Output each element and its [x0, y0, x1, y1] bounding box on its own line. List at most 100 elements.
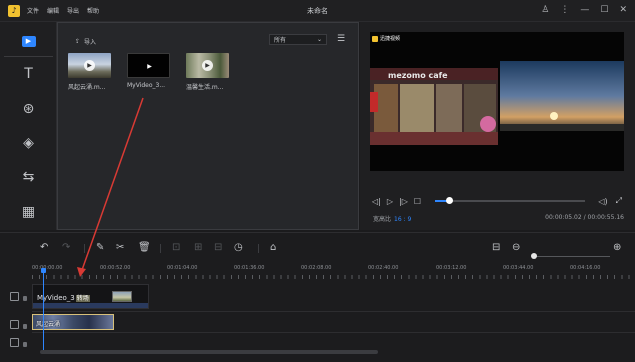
logo-icon [372, 35, 378, 42]
playback-progress-bar[interactable] [435, 197, 585, 204]
stop-button[interactable]: ☐ [414, 197, 421, 206]
lock-icon[interactable] [23, 324, 27, 329]
video-clip[interactable]: MyVideo_3 转场 [32, 284, 149, 309]
progress-handle[interactable] [445, 197, 453, 204]
volume-icon[interactable]: ◁) [598, 197, 607, 206]
play-icon: ▶ [84, 60, 95, 71]
track-divider [32, 332, 635, 333]
timecode: 00:00:05.02 / 00:00:55.16 [545, 214, 624, 221]
import-icon: ⇪ [75, 38, 81, 45]
image-clip[interactable]: 风起云涌 [32, 314, 114, 330]
zoom-in-icon[interactable]: ⊕ [613, 241, 621, 255]
menu-bar: 文件 编辑 导出 帮助 [27, 6, 99, 15]
toolbar-divider [160, 244, 161, 253]
toolbar-divider [258, 244, 259, 253]
aspect-ratio-label: 宽高比 [373, 216, 392, 223]
window-controls: ♙ ⋮ — ☐ ✕ [541, 4, 627, 16]
marker-icon[interactable]: ⌂ [270, 241, 276, 255]
timeline-scrollbar[interactable] [40, 350, 378, 354]
ruler-label: 00:02:40.00 [368, 265, 399, 271]
rail-text-tab[interactable]: T [0, 59, 57, 89]
prev-frame-button[interactable]: ◁| [372, 197, 381, 206]
track-visibility-icon[interactable] [10, 292, 19, 301]
media-label-2: MyVideo_3... [127, 82, 166, 89]
watermark-text: 迅捷视频 [380, 36, 401, 42]
fit-timeline-icon[interactable]: ⊟ [492, 241, 500, 255]
zoom-slider-handle[interactable] [531, 253, 537, 259]
import-button[interactable]: ⇪ 导入 [75, 37, 96, 46]
media-label-1: 风起云涌.m... [68, 84, 106, 91]
track-divider [32, 311, 635, 312]
app-window: ♪ 文件 编辑 导出 帮助 未命名 ♙ ⋮ — ☐ ✕ ▶ T ⊛ ◈ ⇆ ▦ … [0, 0, 635, 362]
ruler-label: 00:01:04.00 [167, 265, 198, 271]
rail-transition-tab[interactable]: ⇆ [0, 162, 57, 192]
fullscreen-icon[interactable]: ⤢ [616, 196, 622, 206]
filter-value: 所有 [274, 37, 287, 44]
timeline-toolbar: ↶ ↷ ✎ ✂ 🗑 ⊡ ⊞ ⊟ ◷ ⌂ ⊟ ⊖ ⊕ [0, 241, 635, 259]
play-button[interactable]: ▷ [387, 197, 393, 206]
track-visibility-icon[interactable] [10, 338, 19, 347]
timeline-panel: ↶ ↷ ✎ ✂ 🗑 ⊡ ⊞ ⊟ ◷ ⌂ ⊟ ⊖ ⊕ 00:00:00.00 00… [0, 232, 635, 362]
media-thumb-2[interactable]: ▶ [127, 53, 170, 78]
rail-overlay-tab[interactable]: ◈ [0, 128, 57, 158]
maximize-button[interactable]: ☐ [600, 4, 608, 16]
media-thumb-1[interactable]: ▶ [68, 53, 111, 78]
minimize-button[interactable]: — [580, 4, 589, 16]
delete-icon[interactable]: 🗑 [138, 241, 151, 255]
video-track-header [0, 285, 32, 309]
import-label: 导入 [84, 39, 97, 46]
extra-track-header [0, 331, 32, 355]
ruler-label: 00:03:12.00 [436, 265, 467, 271]
toolbar-divider [84, 244, 85, 253]
menu-export[interactable]: 导出 [67, 6, 79, 15]
split-icon[interactable]: ⊞ [194, 241, 202, 255]
transition-icon: ⇆ [22, 169, 35, 185]
image-clip-name: 风起云涌 [36, 321, 61, 328]
ruler-label: 00:00:52.00 [100, 265, 131, 271]
time-ruler[interactable]: 00:00:00.00 00:00:52.00 00:01:04.00 00:0… [32, 263, 635, 279]
lock-icon[interactable] [23, 296, 27, 301]
menu-edit[interactable]: 编辑 [47, 6, 59, 15]
rail-media-tab[interactable]: ▶ [0, 26, 57, 56]
text-icon: T [24, 66, 33, 82]
crop-icon[interactable]: ⊡ [172, 241, 180, 255]
play-icon: ▶ [21, 35, 36, 47]
playhead-handle[interactable] [41, 268, 46, 273]
media-thumb-3[interactable]: ▶ [186, 53, 229, 78]
rotate-icon[interactable]: ⊟ [214, 241, 222, 255]
layers-icon: ◈ [23, 135, 34, 151]
rail-filter-tab[interactable]: ⊛ [0, 94, 57, 124]
track-visibility-icon[interactable] [10, 320, 19, 329]
zoom-slider-track[interactable] [534, 256, 610, 257]
next-frame-button[interactable]: |▷ [399, 197, 408, 206]
preview-panel: 迅捷视频 mezomo cafe ◁| ▷ |▷ ☐ ◁) ⤢ 宽高比 16:… [360, 22, 635, 230]
shop-sign: mezomo cafe [388, 71, 448, 80]
app-logo-icon: ♪ [8, 4, 20, 17]
zoom-out-icon[interactable]: ⊖ [512, 241, 520, 255]
aspect-ratio-value[interactable]: 16 : 9 [394, 216, 411, 223]
media-label-3: 温馨生活.m... [186, 84, 224, 91]
lock-icon[interactable] [23, 342, 27, 347]
ruler-label: 00:02:08.00 [301, 265, 332, 271]
playhead[interactable] [41, 268, 46, 351]
menu-help[interactable]: 帮助 [87, 6, 99, 15]
edit-icon[interactable]: ✎ [96, 241, 104, 255]
close-button[interactable]: ✕ [619, 4, 627, 16]
list-view-icon[interactable]: ☰ [337, 35, 345, 44]
title-bar: ♪ 文件 编辑 导出 帮助 未命名 ♙ ⋮ — ☐ ✕ [0, 0, 635, 22]
watermark: 迅捷视频 [372, 35, 400, 42]
speed-icon[interactable]: ◷ [234, 241, 243, 255]
undo-icon[interactable]: ↶ [40, 241, 48, 255]
user-icon[interactable]: ♙ [541, 4, 549, 16]
video-preview: 迅捷视频 mezomo cafe [370, 32, 624, 171]
redo-icon[interactable]: ↷ [62, 241, 70, 255]
rail-divider [4, 56, 53, 57]
play-icon: ▶ [147, 63, 152, 70]
menu-file[interactable]: 文件 [27, 6, 39, 15]
more-icon[interactable]: ⋮ [560, 4, 569, 16]
video-clip-audio-strip [33, 303, 148, 308]
media-filter-select[interactable]: 所有 ⌄ [269, 34, 327, 45]
play-icon: ▶ [202, 60, 213, 71]
cut-icon[interactable]: ✂ [116, 241, 124, 255]
rail-element-tab[interactable]: ▦ [0, 197, 57, 227]
